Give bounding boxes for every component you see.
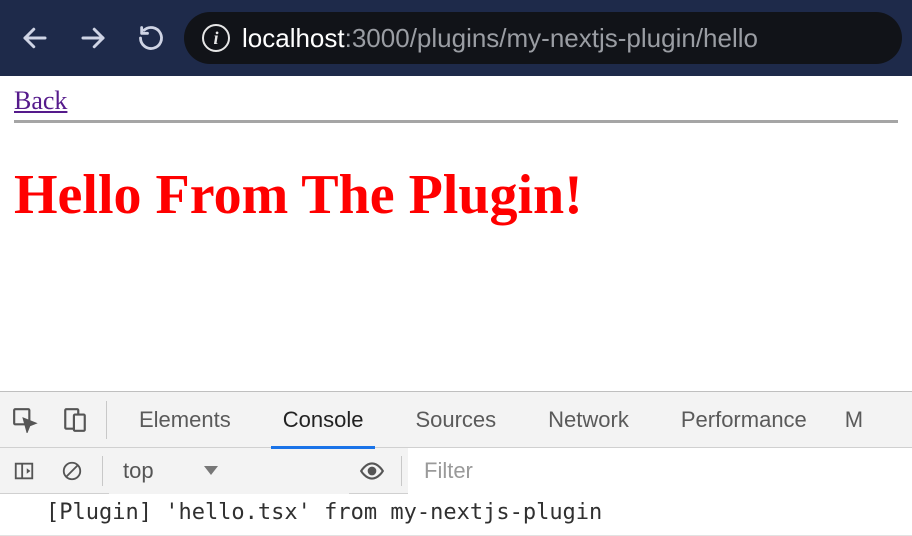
page-content: Back Hello From The Plugin! xyxy=(0,76,912,227)
tab-sources[interactable]: Sources xyxy=(389,392,522,448)
separator xyxy=(102,456,103,486)
forward-button[interactable] xyxy=(68,13,118,63)
console-toolbar: top Filter xyxy=(0,448,912,494)
info-icon: i xyxy=(202,24,230,52)
url-host: localhost xyxy=(242,23,345,53)
separator xyxy=(401,456,402,486)
tab-performance[interactable]: Performance xyxy=(655,392,833,448)
console-output: [Plugin] 'hello.tsx' from my-nextjs-plug… xyxy=(0,494,912,536)
toggle-sidebar-icon[interactable] xyxy=(0,448,48,494)
clear-console-icon[interactable] xyxy=(48,448,96,494)
context-label: top xyxy=(123,458,154,484)
devtools-tabs: Elements Console Sources Network Perform… xyxy=(0,392,912,448)
url-path: :3000/plugins/my-nextjs-plugin/hello xyxy=(345,23,758,53)
tab-network[interactable]: Network xyxy=(522,392,655,448)
inspect-icon[interactable] xyxy=(0,392,50,448)
tab-console[interactable]: Console xyxy=(257,392,390,448)
browser-toolbar: i localhost:3000/plugins/my-nextjs-plugi… xyxy=(0,0,912,76)
console-line: [Plugin] 'hello.tsx' from my-nextjs-plug… xyxy=(46,500,602,525)
devtools-panel: Elements Console Sources Network Perform… xyxy=(0,391,912,536)
address-bar[interactable]: i localhost:3000/plugins/my-nextjs-plugi… xyxy=(184,12,902,64)
device-toggle-icon[interactable] xyxy=(50,392,100,448)
separator xyxy=(106,401,107,439)
back-button[interactable] xyxy=(10,13,60,63)
tab-more[interactable]: M xyxy=(833,392,867,448)
context-selector[interactable]: top xyxy=(109,448,349,494)
divider xyxy=(14,120,898,123)
filter-placeholder: Filter xyxy=(424,458,473,484)
reload-button[interactable] xyxy=(126,13,176,63)
back-link[interactable]: Back xyxy=(14,86,67,116)
filter-input[interactable]: Filter xyxy=(408,448,912,494)
page-heading: Hello From The Plugin! xyxy=(14,163,898,227)
tab-elements[interactable]: Elements xyxy=(113,392,257,448)
live-expression-icon[interactable] xyxy=(349,448,395,494)
chevron-down-icon xyxy=(204,466,218,475)
